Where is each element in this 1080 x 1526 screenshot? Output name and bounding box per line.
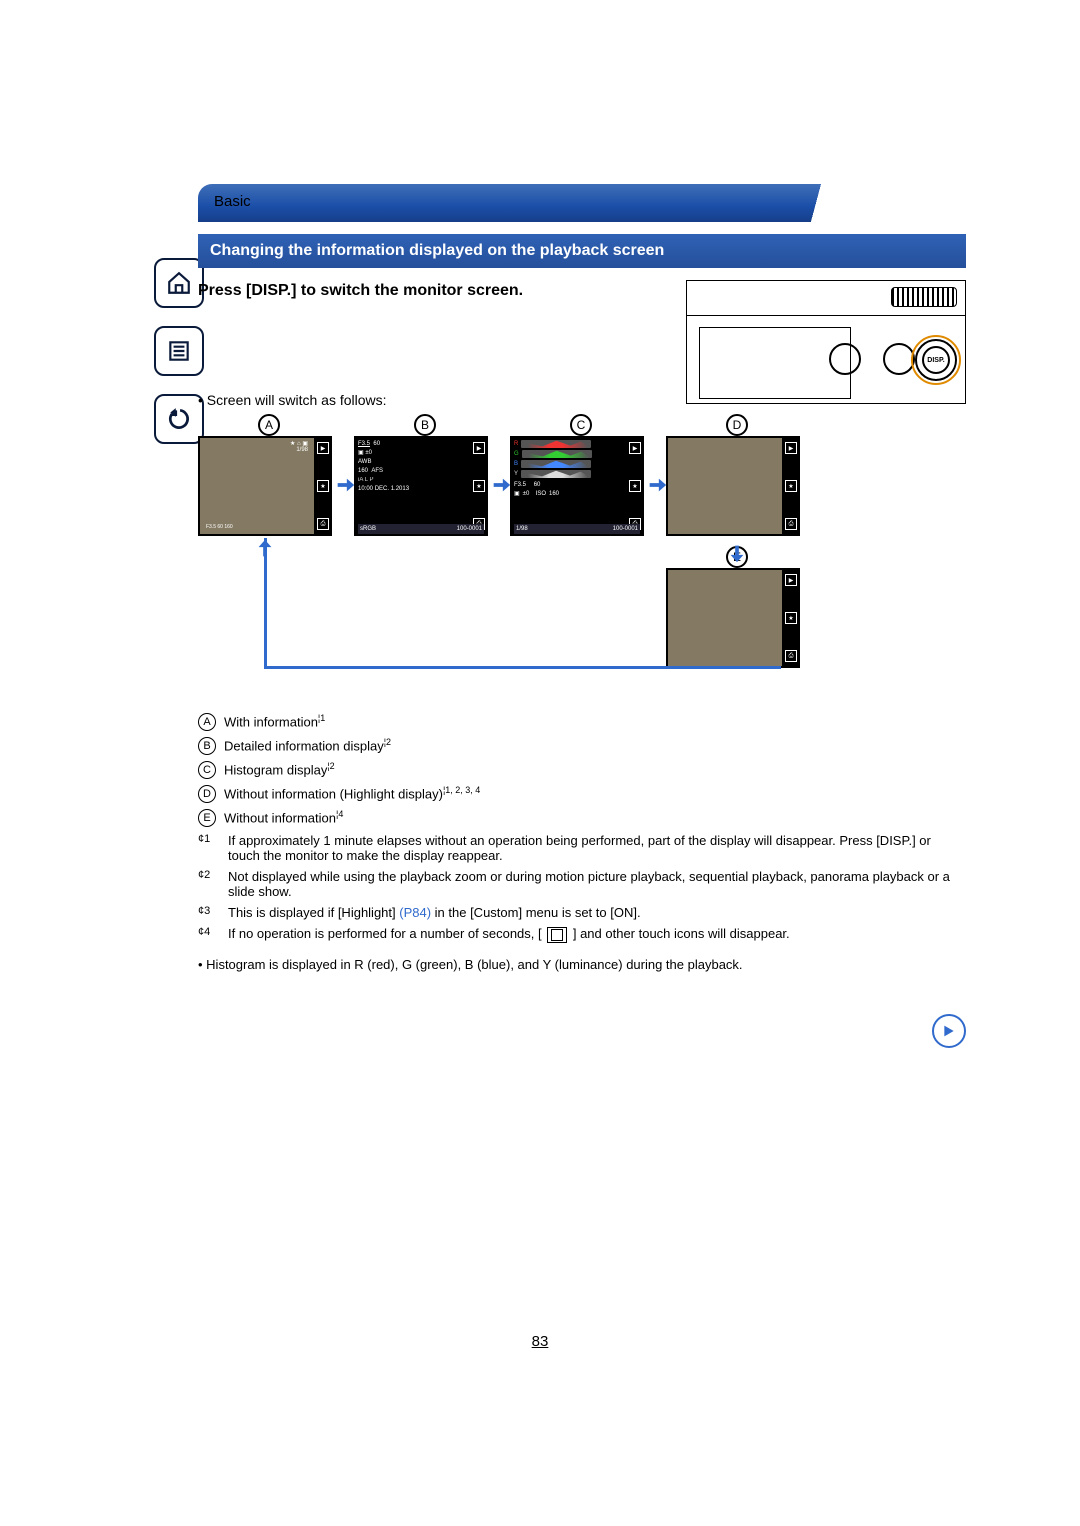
legend-item: AWith information¦1: [198, 710, 966, 734]
arrow-down-icon: [726, 542, 748, 564]
section-title: Changing the information displayed on th…: [198, 234, 966, 268]
legend-item: EWithout information¦4: [198, 806, 966, 830]
side-nav-rail: [154, 258, 204, 444]
a-counter: 1/98: [202, 447, 328, 453]
legend-item: BDetailed information display¦2: [198, 734, 966, 758]
arrow-right-icon: [646, 474, 668, 496]
label-a: A: [258, 414, 280, 436]
legend-item: CHistogram display¦2: [198, 758, 966, 782]
disp-button-highlight: DISP.: [915, 339, 957, 381]
contents-icon[interactable]: [154, 326, 204, 376]
label-b: B: [414, 414, 436, 436]
arrow-right-icon: [334, 474, 356, 496]
label-c: C: [570, 414, 592, 436]
screen-a: ▶★⎙ ★ ⌂ ▣ 1/98 F3.5 60 160: [198, 436, 332, 536]
flow-diagram: A B C D E ▶★⎙ ★ ⌂ ▣ 1/98 F3.5 60 160: [198, 418, 966, 686]
breadcrumb-strip: Basic: [198, 184, 970, 222]
breadcrumb: Basic: [214, 193, 251, 210]
camera-illustration: DISP.: [686, 280, 966, 404]
arrow-up-icon: [254, 538, 276, 560]
footnote: ¢2Not displayed while using the playback…: [198, 866, 966, 902]
arrow-right-icon: [490, 474, 512, 496]
footnote: ¢3This is displayed if [Highlight] (P84)…: [198, 902, 966, 923]
press-instruction: Press [DISP.] to switch the monitor scre…: [198, 282, 658, 300]
next-page-icon[interactable]: [932, 1014, 966, 1048]
label-d: D: [726, 414, 748, 436]
home-icon[interactable]: [154, 258, 204, 308]
screen-b: ▶★⎙ F3.5 60 ▣ ±0 AWB 160 AFS iA L P 10:0…: [354, 436, 488, 536]
footnote: ¢1If approximately 1 minute elapses with…: [198, 830, 966, 866]
back-icon[interactable]: [154, 394, 204, 444]
legend-item: DWithout information (Highlight display)…: [198, 782, 966, 806]
page-link[interactable]: (P84): [399, 905, 431, 920]
histogram-note: • Histogram is displayed in R (red), G (…: [198, 954, 966, 975]
footnote: ¢4If no operation is performed for a num…: [198, 923, 966, 946]
page-number: 83: [532, 1333, 549, 1350]
screen-c: ▶★⎙ R G B Y F3.5 60 ▣ ±0 ISO160 1/98100-…: [510, 436, 644, 536]
screen-e: ▶★⎙: [666, 568, 800, 668]
screen-d: ▶★⎙: [666, 436, 800, 536]
trash-icon: [547, 927, 567, 943]
legend: AWith information¦1 BDetailed informatio…: [198, 710, 966, 975]
